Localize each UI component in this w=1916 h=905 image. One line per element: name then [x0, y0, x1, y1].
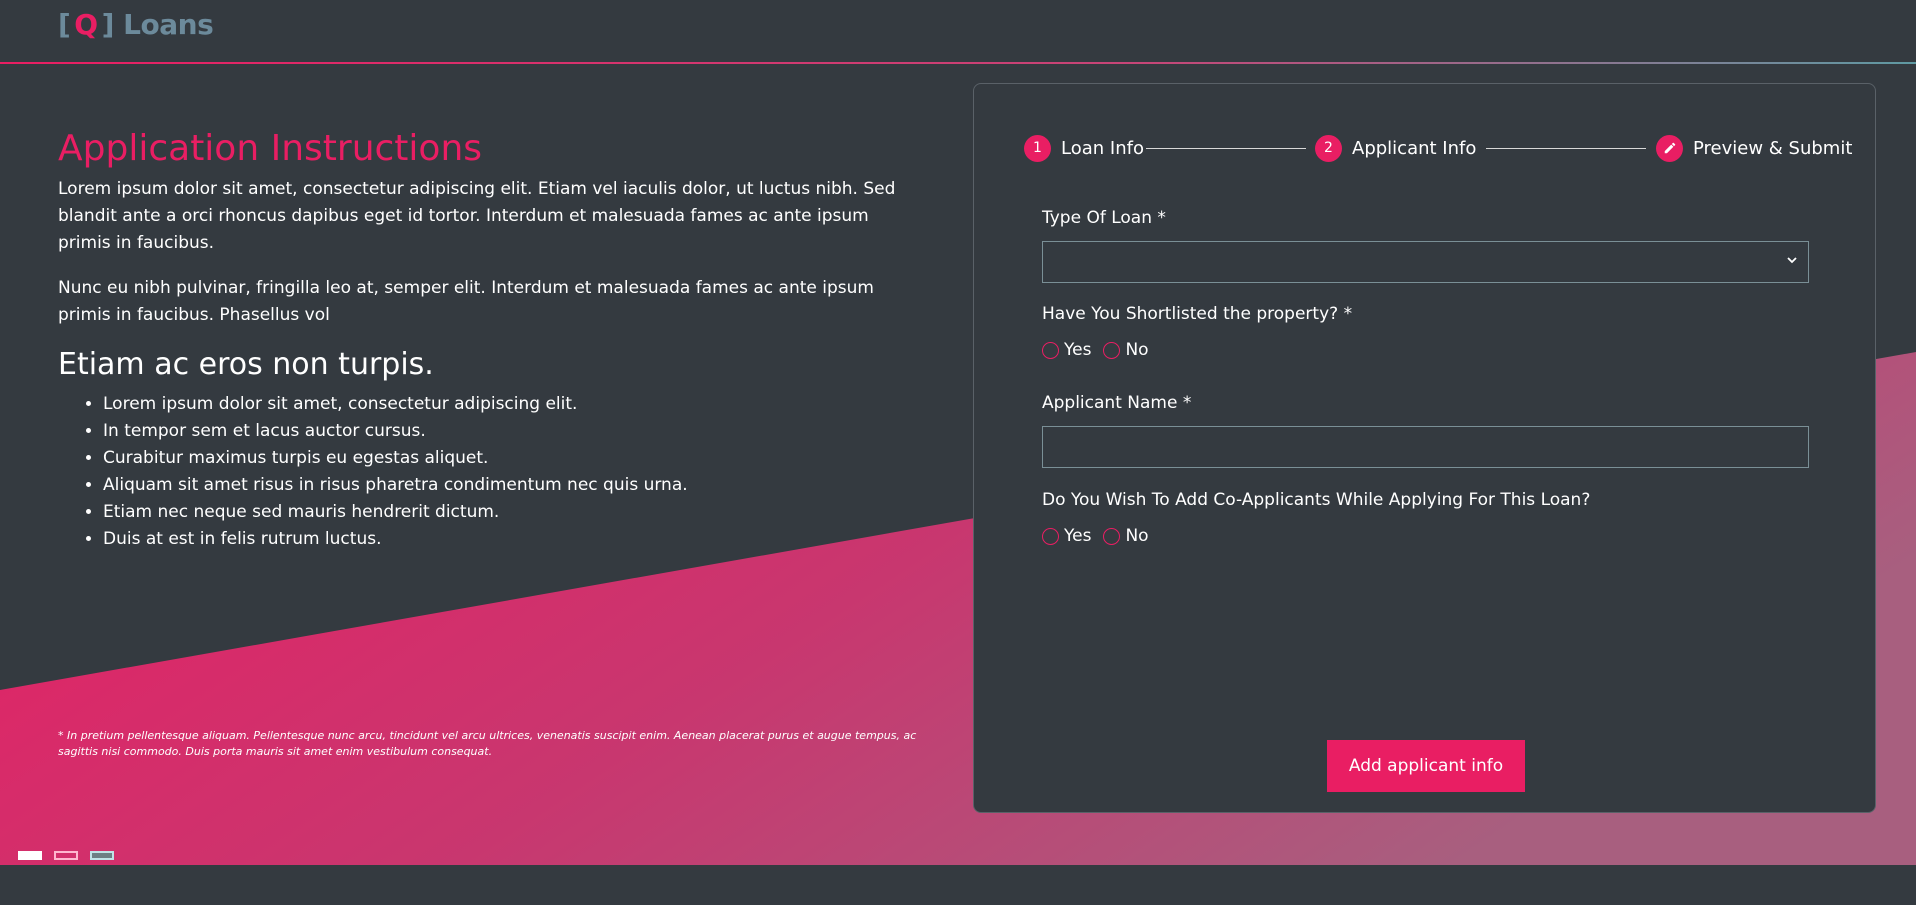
step-connector	[1146, 148, 1306, 149]
step-applicant-info[interactable]: 2 Applicant Info	[1315, 133, 1476, 163]
header-divider	[0, 62, 1916, 64]
instructions-title: Application Instructions	[58, 128, 483, 169]
radio-label: Yes	[1064, 340, 1092, 360]
applicant-name-input[interactable]	[1042, 426, 1809, 468]
step-connector	[1486, 148, 1646, 149]
carousel-indicators	[18, 851, 114, 860]
step-preview-submit[interactable]: Preview & Submit	[1656, 133, 1852, 163]
list-item: Curabitur maximus turpis eu egestas aliq…	[103, 445, 900, 472]
top-header: [Q] Loans	[0, 0, 1916, 64]
carousel-dot-3[interactable]	[90, 851, 114, 860]
instructions-subtitle: Etiam ac eros non turpis.	[58, 347, 434, 382]
radio-circle-icon	[1103, 341, 1121, 359]
pencil-icon	[1656, 134, 1683, 162]
radio-circle-icon	[1042, 527, 1059, 545]
carousel-dot-1[interactable]	[18, 851, 42, 860]
radio-circle-icon	[1103, 527, 1121, 545]
radio-label: No	[1125, 526, 1149, 546]
step-number: 2	[1315, 134, 1342, 162]
brand-logo[interactable]: [Q] Loans	[58, 8, 214, 41]
add-applicant-info-button[interactable]: Add applicant info	[1327, 740, 1525, 792]
co-applicants-label: Do You Wish To Add Co-Applicants While A…	[1042, 490, 1591, 510]
instructions-paragraph-1: Lorem ipsum dolor sit amet, consectetur …	[58, 179, 896, 253]
shortlisted-no-radio[interactable]: No	[1103, 340, 1149, 360]
logo-bracket-close: ]	[101, 8, 115, 41]
list-item: Etiam nec neque sed mauris hendrerit dic…	[103, 499, 900, 526]
instructions-panel: Application Instructions Lorem ipsum dol…	[58, 124, 900, 553]
co-applicants-yes-radio[interactable]: Yes	[1042, 526, 1091, 546]
footnote: * In pretium pellentesque aliquam. Pelle…	[58, 729, 917, 758]
list-item: Aliquam sit amet risus in risus pharetra…	[103, 472, 900, 499]
shortlisted-radio-group: Yes No	[1042, 340, 1161, 360]
applicant-name-label: Applicant Name *	[1042, 393, 1192, 413]
list-item: Lorem ipsum dolor sit amet, consectetur …	[103, 391, 900, 418]
step-loan-info[interactable]: 1 Loan Info	[1024, 133, 1144, 163]
instructions-bullet-list: Lorem ipsum dolor sit amet, consectetur …	[58, 391, 900, 553]
step-number: 1	[1024, 134, 1051, 162]
step-label: Applicant Info	[1352, 137, 1477, 159]
co-applicants-no-radio[interactable]: No	[1103, 526, 1149, 546]
co-applicants-radio-group: Yes No	[1042, 526, 1161, 546]
chevron-down-icon	[1787, 257, 1797, 264]
logo-name: Loans	[123, 8, 214, 41]
type-of-loan-select[interactable]	[1042, 241, 1809, 283]
step-label: Preview & Submit	[1693, 137, 1853, 159]
carousel-dot-2[interactable]	[54, 851, 78, 860]
logo-q: Q	[74, 8, 98, 41]
shortlisted-label: Have You Shortlisted the property? *	[1042, 304, 1353, 324]
radio-label: No	[1125, 340, 1149, 360]
radio-circle-icon	[1042, 341, 1059, 359]
type-of-loan-label: Type Of Loan *	[1042, 208, 1166, 228]
shortlisted-yes-radio[interactable]: Yes	[1042, 340, 1091, 360]
list-item: In tempor sem et lacus auctor cursus.	[103, 418, 900, 445]
form-stepper: 1 Loan Info 2 Applicant Info Preview & S…	[1024, 133, 1852, 163]
radio-label: Yes	[1064, 526, 1092, 546]
list-item: Duis at est in felis rutrum luctus.	[103, 526, 900, 553]
step-label: Loan Info	[1061, 137, 1144, 159]
application-form-card: 1 Loan Info 2 Applicant Info Preview & S…	[973, 83, 1876, 813]
logo-bracket-open: [	[58, 8, 71, 41]
instructions-paragraph-2: Nunc eu nibh pulvinar, fringilla leo at,…	[58, 278, 874, 325]
